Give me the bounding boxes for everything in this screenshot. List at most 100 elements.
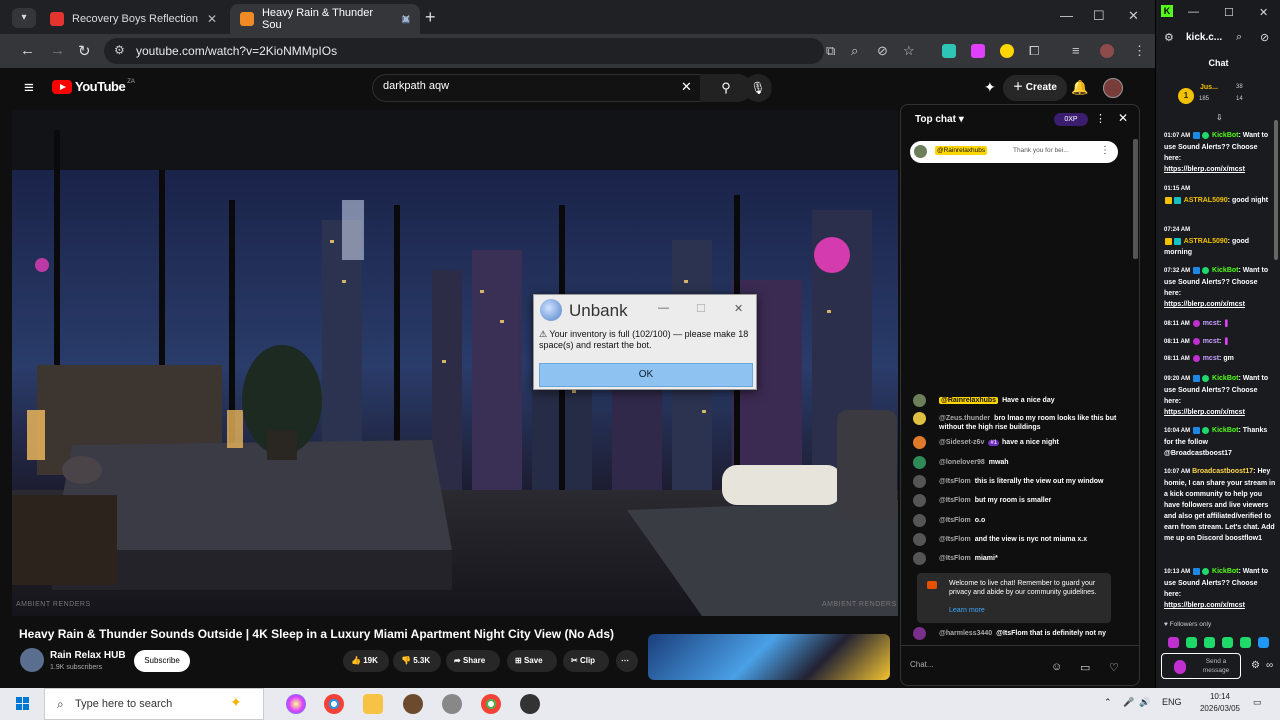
eye-off-icon[interactable]: ⊘ xyxy=(1260,31,1269,44)
file-explorer-icon[interactable] xyxy=(363,694,383,714)
back-icon[interactable]: ← xyxy=(20,42,35,59)
create-button[interactable]: ＋ Create xyxy=(1003,75,1067,101)
close-icon[interactable]: ✕ xyxy=(734,302,743,315)
like-button[interactable]: 👍 19K xyxy=(343,650,389,672)
extension-icon[interactable] xyxy=(942,44,956,58)
chrome-icon[interactable] xyxy=(481,694,501,714)
extension-icon[interactable] xyxy=(1000,44,1014,58)
clip-button[interactable]: ✂ Clip xyxy=(563,650,609,672)
taskbar-search[interactable]: ⌕ Type here to search ✦ xyxy=(44,688,264,720)
emote-icon[interactable] xyxy=(1240,637,1251,648)
save-button[interactable]: ⊞ Save xyxy=(507,650,557,672)
tab-search-button[interactable]: ▾ xyxy=(12,8,36,28)
minimize-icon[interactable]: — xyxy=(1060,8,1073,23)
kick-message-input[interactable]: Send a message xyxy=(1161,653,1241,679)
close-chat-icon[interactable]: ✕ xyxy=(1118,111,1128,125)
ok-button[interactable]: OK xyxy=(539,363,753,387)
notifications-icon[interactable]: ▭ xyxy=(1253,697,1262,708)
emote-picker-icon[interactable] xyxy=(1174,660,1186,674)
maximize-icon[interactable]: ☐ xyxy=(1224,6,1234,19)
zoom-icon[interactable]: ⌕ xyxy=(851,43,858,59)
super-chat-icon[interactable]: ▭ xyxy=(1080,661,1090,674)
hamburger-menu-icon[interactable]: ≡ xyxy=(24,78,34,98)
emote-icon[interactable] xyxy=(1186,637,1197,648)
pinned-message[interactable]: @Rainrelaxhubs Thank you for bei... ⋮ xyxy=(910,141,1118,163)
chat-link[interactable]: https://blerp.com/x/mcst xyxy=(1164,409,1245,416)
chat-input[interactable]: Chat... xyxy=(910,660,1050,669)
clear-search-icon[interactable]: ✕ xyxy=(681,79,692,95)
zoom-icon[interactable]: ⌕ xyxy=(1236,31,1242,44)
media-control-icon[interactable]: ≡ xyxy=(1072,43,1080,58)
app-icon[interactable] xyxy=(403,694,423,714)
chat-link[interactable]: https://blerp.com/x/mcst xyxy=(1164,301,1245,308)
profile-avatar[interactable] xyxy=(1100,44,1114,58)
address-bar[interactable]: ⚙ youtube.com/watch?v=2KioNMMpIOs xyxy=(104,38,824,64)
tab-heavy-rain[interactable]: Heavy Rain & Thunder Sou ▣ ✕ xyxy=(230,4,420,34)
extension-badge-icon[interactable]: ✦ xyxy=(984,79,996,96)
extensions-puzzle-icon[interactable]: ⧠ xyxy=(1029,43,1039,59)
install-icon[interactable]: ⧉ xyxy=(826,43,835,59)
emote-icon[interactable] xyxy=(1222,637,1233,648)
windows-start-icon[interactable] xyxy=(16,697,30,711)
chat-link[interactable]: https://blerp.com/x/mcst xyxy=(1164,166,1245,173)
youtube-logo[interactable]: YouTube ZA xyxy=(52,79,135,94)
pinned-menu-icon[interactable]: ⋮ xyxy=(1100,145,1110,156)
eye-off-icon[interactable]: ⊘ xyxy=(877,43,888,59)
emote-icon[interactable] xyxy=(1204,637,1215,648)
channel-name[interactable]: Rain Relax HUB xyxy=(50,650,126,661)
kick-scrollbar[interactable] xyxy=(1274,120,1278,260)
voice-search-button[interactable]: 🎙 xyxy=(744,74,772,102)
close-window-icon[interactable]: ✕ xyxy=(1259,6,1268,19)
volume-icon[interactable]: 🔊 xyxy=(1139,697,1150,708)
chat-options-icon[interactable]: ∞ xyxy=(1266,660,1273,671)
bookmark-star-icon[interactable]: ☆ xyxy=(903,43,915,59)
kick-url[interactable]: kick.c... xyxy=(1186,32,1222,43)
minimize-icon[interactable]: — xyxy=(658,302,669,314)
share-button[interactable]: ➦ Share xyxy=(446,650,500,672)
more-actions-button[interactable]: ⋯ xyxy=(616,650,638,672)
subscribe-button[interactable]: Subscribe xyxy=(134,650,190,672)
settings-icon[interactable]: ⚙ xyxy=(1251,660,1260,671)
close-tab-icon[interactable]: ✕ xyxy=(401,12,411,26)
chrome-icon[interactable] xyxy=(324,694,344,714)
xp-badge[interactable]: 0XP xyxy=(1054,113,1088,126)
tray-overflow-icon[interactable]: ⌃ xyxy=(1104,697,1112,708)
channel-avatar[interactable] xyxy=(20,648,44,672)
copilot-icon[interactable] xyxy=(286,694,306,714)
clock[interactable]: 10:14 2026/03/05 xyxy=(1198,691,1242,715)
settings-icon[interactable]: ⚙ xyxy=(1164,31,1174,44)
close-window-icon[interactable]: ✕ xyxy=(1128,8,1139,24)
emoji-icon[interactable]: ☺ xyxy=(1051,661,1062,673)
chat-link[interactable]: https://blerp.com/x/mcst xyxy=(1164,602,1245,609)
app-icon[interactable] xyxy=(442,694,462,714)
site-info-icon[interactable]: ⚙ xyxy=(114,43,125,57)
maximize-icon[interactable]: ☐ xyxy=(696,302,706,315)
video-player[interactable]: AMBIENT RENDERS AMBIENT RENDERS xyxy=(12,110,898,616)
recommended-video-thumbnail[interactable] xyxy=(648,634,890,680)
new-tab-button[interactable]: + xyxy=(425,7,436,28)
top-supporter[interactable]: 1 Jus... 185 38 14 xyxy=(1174,84,1278,110)
minimize-icon[interactable]: — xyxy=(1188,6,1199,18)
language-indicator[interactable]: ENG xyxy=(1162,697,1182,707)
menu-kebab-icon[interactable]: ⋮ xyxy=(1133,43,1146,59)
dislike-button[interactable]: 👎 5.3K xyxy=(393,650,441,672)
close-tab-icon[interactable]: ✕ xyxy=(207,12,217,26)
search-input[interactable] xyxy=(383,80,663,92)
maximize-icon[interactable]: ☐ xyxy=(1093,8,1105,24)
notifications-bell-icon[interactable]: 🔔 xyxy=(1071,79,1088,96)
learn-more-link[interactable]: Learn more xyxy=(949,606,985,615)
reload-icon[interactable]: ↻ xyxy=(78,42,91,60)
app-icon[interactable] xyxy=(520,694,540,714)
emote-icon[interactable] xyxy=(1168,637,1179,648)
emote-icon[interactable] xyxy=(1258,637,1269,648)
chat-scrollbar[interactable] xyxy=(1133,139,1138,259)
extension-icon[interactable] xyxy=(971,44,985,58)
mic-icon[interactable]: 🎤 xyxy=(1123,697,1134,708)
account-avatar[interactable] xyxy=(1103,78,1123,98)
tab-recovery-boys[interactable]: Recovery Boys Reflection ✕ xyxy=(40,4,226,34)
pin-icon[interactable]: ⇩ xyxy=(1216,113,1223,122)
forward-icon[interactable]: → xyxy=(50,42,65,59)
chat-menu-icon[interactable]: ⋮ xyxy=(1095,112,1106,125)
chat-mode-selector[interactable]: Top chat ▾ xyxy=(915,114,964,125)
heart-icon[interactable]: ♡ xyxy=(1109,661,1119,674)
